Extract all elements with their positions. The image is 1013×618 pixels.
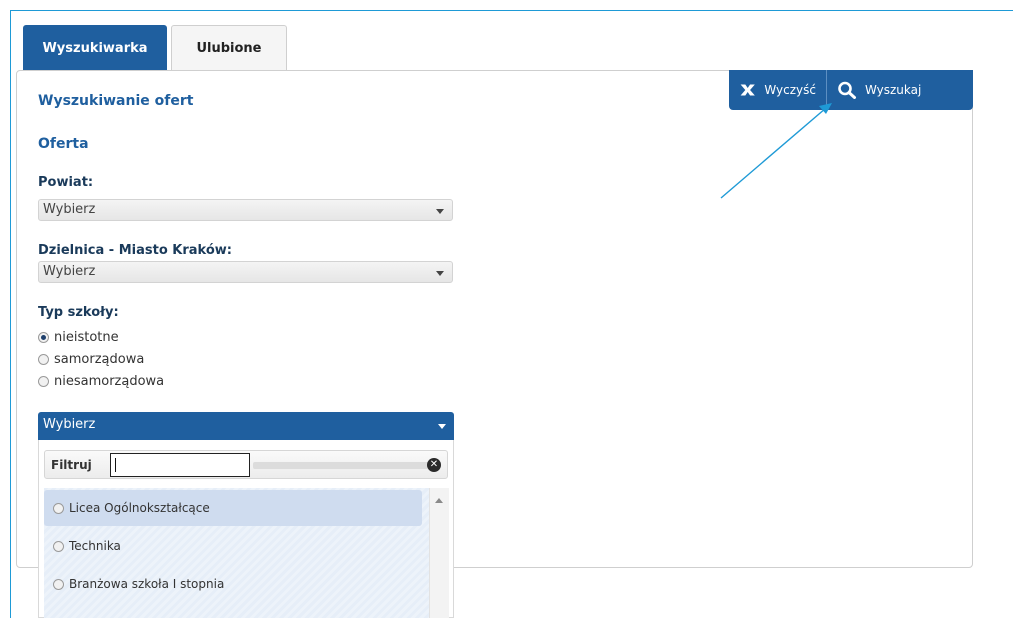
list-scrollbar[interactable] [429, 488, 449, 618]
list-item[interactable]: Branżowa szkoła I stopnia [44, 566, 422, 602]
search-button[interactable]: Wyszukaj [827, 70, 973, 110]
filter-input[interactable] [110, 453, 250, 477]
radio-label: samorządowa [54, 352, 145, 367]
dzielnica-select-value: Wybierz [43, 264, 96, 279]
powiat-select[interactable]: Wybierz [38, 199, 453, 221]
filter-bar: Filtruj ✕ [44, 450, 448, 479]
school-dropdown-toggle[interactable]: Wybierz [38, 412, 454, 440]
radio-button[interactable] [38, 376, 49, 387]
list-item-label: Licea Ogólnokształcące [69, 501, 210, 515]
filter-label: Filtruj [51, 458, 92, 472]
tab-wyszukiwarka[interactable]: Wyszukiwarka [23, 25, 167, 71]
list-item-label: Branżowa szkoła I stopnia [69, 577, 225, 591]
radio-button[interactable] [38, 354, 49, 365]
action-toolbar: Wyczyść Wyszukaj [729, 70, 973, 110]
radio-button[interactable] [53, 502, 64, 514]
radio-samorzadowa[interactable]: samorządowa [38, 352, 144, 367]
school-dropdown-value: Wybierz [43, 417, 96, 432]
powiat-label: Powiat: [38, 175, 94, 190]
search-icon [838, 81, 856, 99]
chevron-down-icon [436, 209, 444, 214]
section-title: Oferta [38, 136, 89, 152]
panel-title: Wyszukiwanie ofert [38, 93, 194, 109]
list-item-label: Technika [69, 539, 121, 553]
filter-track [253, 462, 429, 469]
clear-button[interactable]: Wyczyść [729, 70, 827, 110]
scroll-up-icon[interactable] [435, 498, 443, 503]
list-item[interactable]: Licea Ogólnokształcące [44, 490, 422, 526]
dzielnica-label: Dzielnica - Miasto Kraków: [38, 243, 232, 258]
radio-button[interactable] [53, 540, 64, 552]
school-type-label: Typ szkoły: [38, 305, 119, 320]
search-button-label: Wyszukaj [865, 83, 922, 97]
radio-button[interactable] [53, 578, 64, 590]
close-x-icon [740, 84, 755, 96]
radio-nieistotne[interactable]: nieistotne [38, 330, 119, 345]
powiat-select-value: Wybierz [43, 202, 96, 217]
frame-top-border [10, 10, 1013, 11]
radio-niesamorzadowa[interactable]: niesamorządowa [38, 374, 164, 389]
tab-ulubione[interactable]: Ulubione [171, 25, 287, 71]
chevron-down-icon [438, 424, 446, 429]
radio-label: niesamorządowa [54, 374, 165, 389]
chevron-down-icon [436, 271, 444, 276]
radio-button[interactable] [38, 332, 49, 343]
school-options-list: Licea Ogólnokształcące Technika Branżowa… [44, 488, 429, 618]
clear-filter-icon[interactable]: ✕ [427, 458, 441, 472]
clear-button-label: Wyczyść [764, 83, 816, 97]
dzielnica-select[interactable]: Wybierz [38, 261, 453, 283]
school-dropdown-menu: Filtruj ✕ Licea Ogólnokształcące Technik… [38, 440, 454, 618]
list-item[interactable]: Technika [44, 528, 422, 564]
frame-left-border [10, 10, 11, 618]
radio-label: nieistotne [54, 330, 119, 345]
